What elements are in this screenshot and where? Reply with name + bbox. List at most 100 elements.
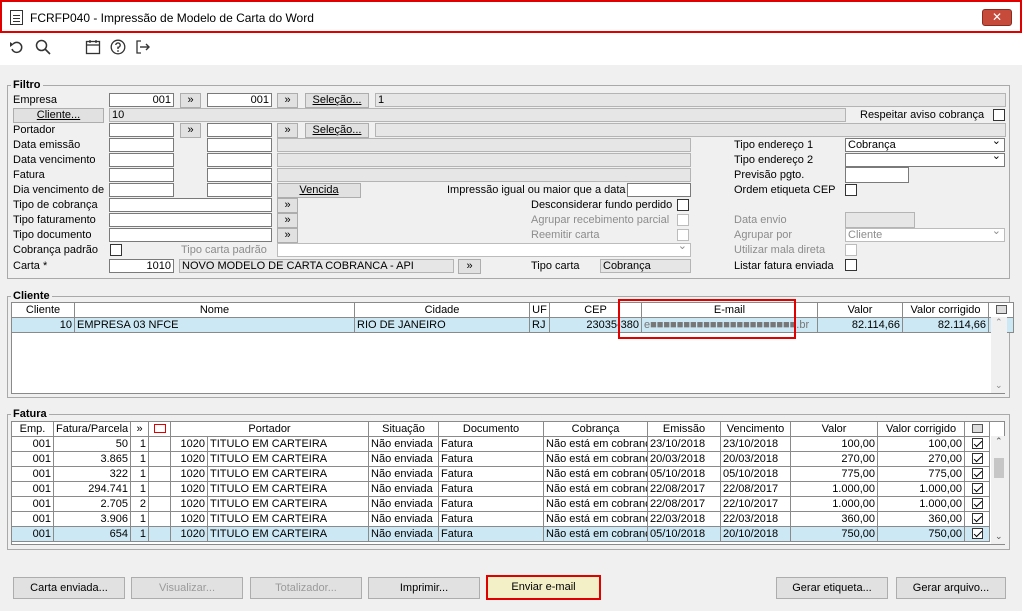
data-envio-input[interactable] [845, 212, 915, 228]
tipo-endereco2-select[interactable] [845, 150, 1005, 167]
col-cidade[interactable]: Cidade [354, 302, 530, 318]
col-nome[interactable]: Nome [74, 302, 355, 318]
cell: TITULO EM CARTEIRA [206, 466, 370, 482]
portador-to-lookup-button[interactable]: » [277, 123, 298, 138]
portador-selecao-button[interactable]: Seleção... [305, 123, 369, 138]
row-checkbox[interactable] [971, 498, 983, 510]
fatura-to-input[interactable] [207, 168, 272, 182]
visualizar-button[interactable]: Visualizar... [131, 577, 243, 599]
empresa-to-lookup-button[interactable]: » [277, 93, 298, 108]
help-icon[interactable] [109, 39, 127, 57]
col-cobranca[interactable]: Cobrança [543, 421, 649, 437]
table-row[interactable]: 001 654 1 1020 TITULO EM CARTEIRA Não enviada… [11, 526, 991, 542]
portador-from-lookup-button[interactable]: » [180, 123, 201, 138]
table-row[interactable]: 001 2.705 2 1020 TITULO EM CARTEIRA Não envia… [11, 496, 991, 512]
gerar-arquivo-button[interactable]: Gerar arquivo... [896, 577, 1006, 599]
cell: 270,00 [877, 451, 966, 467]
agrupar-por-select[interactable]: Cliente [845, 225, 1005, 242]
tipo-cobranca-input[interactable] [109, 198, 272, 212]
scroll-thumb[interactable] [994, 458, 1004, 478]
desconsiderar-checkbox[interactable] [677, 199, 689, 211]
row-checkbox[interactable] [971, 528, 983, 540]
carta-lookup-button[interactable]: » [458, 259, 481, 274]
scroll-up-icon[interactable]: ⌃ [995, 318, 1003, 328]
col-cliente[interactable]: Cliente [11, 302, 75, 318]
fatura-scrollbar[interactable]: ⌃ ⌄ [991, 436, 1007, 544]
gerar-etiqueta-button[interactable]: Gerar etiqueta... [776, 577, 888, 599]
carta-enviada-button[interactable]: Carta enviada... [13, 577, 125, 599]
calendar-icon[interactable] [84, 39, 102, 57]
cobranca-padrao-checkbox[interactable] [110, 244, 122, 256]
close-button[interactable]: ✕ [982, 9, 1012, 26]
empresa-from-lookup-button[interactable]: » [180, 93, 201, 108]
col-calendar[interactable] [148, 421, 171, 437]
tipo-cobranca-lookup-button[interactable]: » [277, 198, 298, 213]
search-icon[interactable] [34, 39, 52, 57]
col-valor-corrigido[interactable]: Valor corrigido [902, 302, 989, 318]
dia-vencimento-from-input[interactable] [109, 183, 174, 197]
cliente-button[interactable]: Cliente... [13, 108, 104, 123]
undo-icon[interactable] [8, 39, 26, 57]
imprimir-button[interactable]: Imprimir... [368, 577, 480, 599]
col-valor[interactable]: Valor [790, 421, 879, 437]
table-row[interactable]: 001 294.741 1 1020 TITULO EM CARTEIRA Não env… [11, 481, 991, 497]
row-checkbox[interactable] [971, 438, 983, 450]
tipo-faturamento-lookup-button[interactable]: » [277, 213, 298, 228]
table-row[interactable]: 001 3.865 1 1020 TITULO EM CARTEIRA Não envia… [11, 451, 991, 467]
col-fatura-parcela[interactable]: Fatura/Parcela [53, 421, 131, 437]
col-valor-corrigido[interactable]: Valor corrigido [877, 421, 966, 437]
col-portador[interactable]: Portador [169, 421, 370, 437]
impressao-data-input[interactable] [627, 183, 691, 197]
tipo-documento-lookup-button[interactable]: » [277, 228, 298, 243]
table-row[interactable]: 001 322 1 1020 TITULO EM CARTEIRA Não enviada… [11, 466, 991, 482]
col-emissao[interactable]: Emissão [647, 421, 722, 437]
portador-to-input[interactable] [207, 123, 272, 137]
select-all-header[interactable] [988, 302, 1014, 318]
row-checkbox[interactable] [971, 468, 983, 480]
row-checkbox[interactable] [971, 453, 983, 465]
fatura-from-input[interactable] [109, 168, 174, 182]
empresa-to-input[interactable]: 001 [207, 93, 272, 107]
col-situacao[interactable]: Situação [368, 421, 440, 437]
totalizador-button[interactable]: Totalizador... [250, 577, 362, 599]
table-row[interactable]: 001 50 1 1020 TITULO EM CARTEIRA Não enviada F… [11, 436, 991, 452]
previsao-input[interactable] [845, 167, 909, 183]
carta-code-input[interactable]: 1010 [109, 259, 174, 273]
utilizar-mala-checkbox[interactable] [845, 244, 857, 256]
agrupar-recebimento-checkbox[interactable] [677, 214, 689, 226]
col-documento[interactable]: Documento [438, 421, 545, 437]
tipo-carta-padrao-select[interactable] [277, 240, 691, 257]
data-emissao-from-input[interactable] [109, 138, 174, 152]
empresa-from-input[interactable]: 001 [109, 93, 174, 107]
enviar-email-button[interactable]: Enviar e-mail [486, 575, 601, 600]
col-emp[interactable]: Emp. [11, 421, 54, 437]
tipo-endereco1-select[interactable]: Cobrança [845, 135, 1005, 152]
dia-vencimento-to-input[interactable] [207, 183, 272, 197]
data-emissao-to-input[interactable] [207, 138, 272, 152]
ordem-etiqueta-checkbox[interactable] [845, 184, 857, 196]
vencida-button[interactable]: Vencida [277, 183, 361, 198]
table-row[interactable]: 10 EMPRESA 03 NFCE RIO DE JANEIRO RJ 230… [11, 317, 1014, 333]
reemitir-checkbox[interactable] [677, 229, 689, 241]
scroll-down-icon[interactable]: ⌄ [995, 381, 1003, 391]
cliente-scrollbar[interactable]: ⌃ ⌄ [991, 317, 1007, 393]
scroll-up-icon[interactable]: ⌃ [995, 437, 1003, 447]
col-vencimento[interactable]: Vencimento [720, 421, 792, 437]
listar-fatura-checkbox[interactable] [845, 259, 857, 271]
row-checkbox[interactable] [971, 513, 983, 525]
portador-from-input[interactable] [109, 123, 174, 137]
col-valor[interactable]: Valor [817, 302, 903, 318]
empresa-selecao-button[interactable]: Seleção... [305, 93, 369, 108]
data-vencimento-from-input[interactable] [109, 153, 174, 167]
tipo-faturamento-input[interactable] [109, 213, 272, 227]
col-uf[interactable]: UF [529, 302, 550, 318]
data-vencimento-to-input[interactable] [207, 153, 272, 167]
tipo-documento-input[interactable] [109, 228, 272, 242]
scroll-down-icon[interactable]: ⌄ [995, 532, 1003, 542]
select-all-header[interactable] [964, 421, 991, 437]
table-row[interactable]: 001 3.906 1 1020 TITULO EM CARTEIRA Não envia… [11, 511, 991, 527]
col-expand[interactable]: » [130, 421, 149, 437]
respeitar-aviso-checkbox[interactable] [993, 109, 1005, 121]
exit-icon[interactable] [134, 39, 152, 57]
row-checkbox[interactable] [971, 483, 983, 495]
